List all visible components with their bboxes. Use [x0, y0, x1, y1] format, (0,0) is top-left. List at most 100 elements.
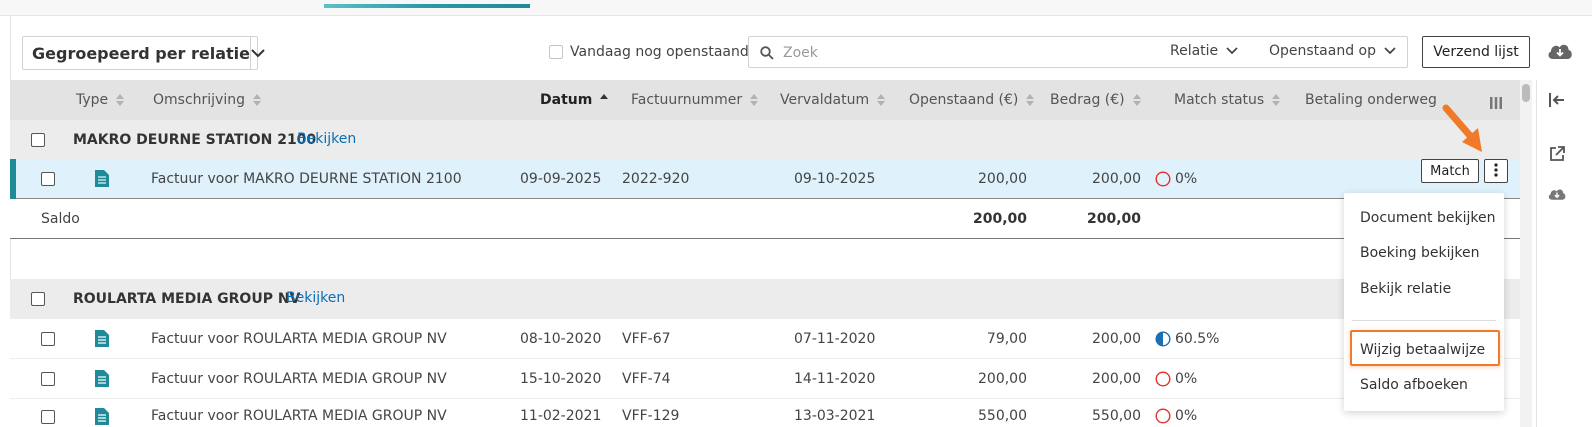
match-button[interactable]: Match [1421, 159, 1479, 183]
sort-icon [1132, 94, 1141, 106]
sort-icon [750, 94, 759, 106]
sort-icon [1026, 94, 1035, 106]
table-header: Type Omschrijving Datum Factuurnummer Ve… [10, 80, 1530, 120]
col-match-status[interactable]: Match status [1174, 80, 1281, 120]
col-type[interactable]: Type [76, 80, 125, 120]
menu-item-write-off-balance[interactable]: Saldo afboeken [1344, 367, 1504, 403]
row-description-link[interactable]: Factuur voor ROULARTA MEDIA GROUP NV [151, 359, 447, 399]
open-on-filter[interactable]: Openstaand op [1269, 43, 1396, 59]
menu-item-view-document[interactable]: Document bekijken [1344, 200, 1504, 236]
table-row[interactable]: Factuur voor ROULARTA MEDIA GROUP NV 11-… [10, 399, 1530, 427]
row-checkbox[interactable] [41, 332, 55, 346]
sort-icon [253, 94, 261, 106]
row-invoice-number: VFF-74 [622, 371, 671, 387]
match-percent: 0% [1175, 171, 1198, 187]
menu-item-view-relation[interactable]: Bekijk relatie [1344, 271, 1504, 307]
document-icon [95, 170, 109, 191]
external-link-icon[interactable] [1549, 146, 1565, 166]
row-description-link[interactable]: Factuur voor ROULARTA MEDIA GROUP NV [151, 319, 447, 359]
chevron-down-icon [250, 37, 265, 69]
sort-icon [1272, 94, 1281, 106]
search-box: Relatie Openstaand op [748, 36, 1408, 68]
row-description-link[interactable]: Factuur voor ROULARTA MEDIA GROUP NV [151, 396, 447, 427]
match-status-partial-icon [1155, 331, 1171, 347]
row-amount: 200,00 [1092, 171, 1141, 187]
row-invoice-number: VFF-67 [622, 331, 671, 347]
group-checkbox[interactable] [31, 133, 45, 147]
chevron-down-icon [1226, 43, 1238, 59]
row-date: 11-02-2021 [520, 408, 602, 424]
menu-item-change-payment-method[interactable]: Wijzig betaalwijze [1344, 332, 1504, 368]
row-invoice-number: 2022-920 [622, 171, 690, 187]
col-description[interactable]: Omschrijving [153, 80, 261, 120]
group-by-select[interactable]: Gegroepeerd per relatie [22, 36, 265, 70]
table-row[interactable]: Factuur voor ROULARTA MEDIA GROUP NV 15-… [10, 359, 1530, 399]
sort-icon [116, 94, 125, 106]
row-open-amount: 200,00 [978, 371, 1027, 387]
group-view-link[interactable]: Bekijken [286, 290, 345, 306]
row-amount: 200,00 [1092, 331, 1141, 347]
col-payment-en-route[interactable]: Betaling onderweg [1305, 80, 1437, 120]
menu-item-view-booking[interactable]: Boeking bekijken [1344, 235, 1504, 271]
row-checkbox[interactable] [41, 172, 55, 186]
col-amount[interactable]: Bedrag (€) [1050, 80, 1141, 120]
col-open-amount[interactable]: Openstaand (€) [909, 80, 1035, 120]
row-open-amount: 79,00 [986, 331, 1027, 347]
sort-asc-icon [600, 94, 609, 106]
row-match-status: 60.5% [1155, 331, 1219, 347]
table-row[interactable]: Factuur voor ROULARTA MEDIA GROUP NV 08-… [10, 319, 1530, 359]
saldo-amount: 200,00 [1086, 211, 1141, 227]
col-date[interactable]: Datum [540, 80, 609, 120]
top-strip [0, 0, 1592, 16]
menu-divider [1352, 320, 1496, 321]
chevron-down-icon [1384, 43, 1396, 59]
col-invoice-number[interactable]: Factuurnummer [631, 80, 759, 120]
saldo-row: Saldo 200,00 200,00 [10, 199, 1530, 239]
row-invoice-number: VFF-129 [622, 408, 680, 424]
match-percent: 60.5% [1175, 331, 1220, 347]
relation-filter[interactable]: Relatie [1170, 43, 1238, 59]
today-open-checkbox[interactable] [549, 45, 563, 59]
match-percent: 0% [1175, 408, 1198, 424]
scrollbar-thumb[interactable] [1522, 84, 1530, 102]
group-name: MAKRO DEURNE STATION 2100 [73, 132, 317, 148]
row-match-status: 0% [1155, 171, 1197, 187]
row-description-link[interactable]: Factuur voor MAKRO DEURNE STATION 2100 [151, 159, 462, 199]
cloud-download-icon[interactable] [1546, 40, 1574, 66]
match-percent: 0% [1175, 371, 1198, 387]
group-row: ROULARTA MEDIA GROUP NV Bekijken [10, 279, 1530, 319]
kebab-icon [1494, 162, 1498, 180]
row-due-date: 07-11-2020 [794, 331, 876, 347]
sort-icon [877, 94, 886, 106]
row-context-menu: Document bekijken Boeking bekijken Bekij… [1344, 193, 1504, 411]
col-due-date[interactable]: Vervaldatum [780, 80, 886, 120]
vertical-scrollbar[interactable] [1520, 80, 1532, 427]
arrow-pointer-icon [1440, 104, 1488, 162]
active-tab-indicator [324, 4, 530, 8]
columns-icon[interactable] [1490, 94, 1502, 113]
relation-filter-label: Relatie [1170, 43, 1219, 59]
group-view-link[interactable]: Bekijken [297, 131, 356, 147]
table-row[interactable]: Factuur voor MAKRO DEURNE STATION 2100 0… [10, 159, 1530, 199]
row-open-amount: 550,00 [978, 408, 1027, 424]
document-icon [95, 408, 109, 427]
group-checkbox[interactable] [31, 292, 45, 306]
row-amount: 200,00 [1092, 371, 1141, 387]
send-list-button[interactable]: Verzend lijst [1422, 36, 1530, 68]
open-on-filter-label: Openstaand op [1269, 43, 1376, 59]
collapse-left-icon[interactable] [1549, 92, 1565, 111]
group-row: MAKRO DEURNE STATION 2100 Bekijken [10, 120, 1530, 160]
row-open-amount: 200,00 [978, 171, 1027, 187]
row-checkbox[interactable] [41, 372, 55, 386]
row-match-status: 0% [1155, 371, 1197, 387]
search-input[interactable] [783, 43, 1113, 63]
row-checkbox[interactable] [41, 410, 55, 424]
today-open-label: Vandaag nog openstaand [570, 44, 749, 60]
row-amount: 550,00 [1092, 408, 1141, 424]
group-by-label: Gegroepeerd per relatie [32, 43, 251, 63]
row-due-date: 14-11-2020 [794, 371, 876, 387]
cloud-download-icon[interactable] [1547, 186, 1567, 206]
row-due-date: 09-10-2025 [794, 171, 876, 187]
match-status-none-icon [1155, 371, 1171, 387]
row-menu-button[interactable] [1484, 159, 1508, 183]
